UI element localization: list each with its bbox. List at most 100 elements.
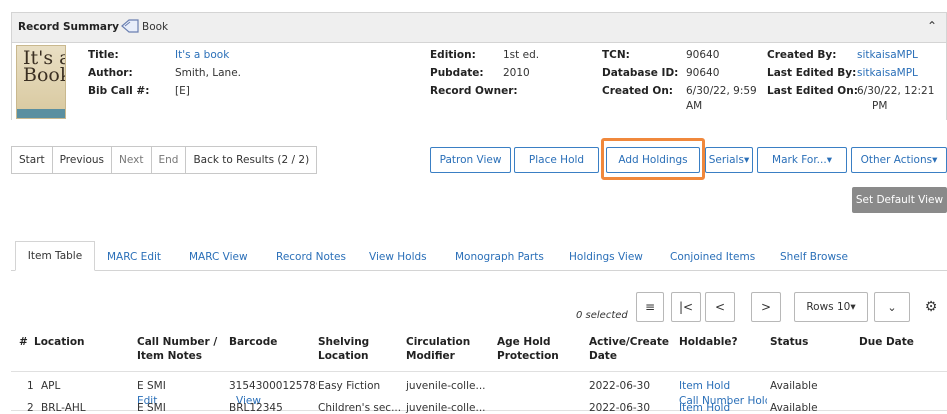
database-id-value: 90640: [686, 67, 720, 79]
row2-circ-modifier: juvenile-colle...: [406, 402, 486, 414]
bib-call-label: Bib Call #:: [88, 85, 150, 97]
set-default-view-button[interactable]: Set Default View: [852, 187, 947, 213]
book-icon: [121, 19, 139, 33]
row2-shelving: Children's sec...: [318, 402, 402, 414]
row2-barcode: BRL12345: [229, 402, 283, 414]
row2-location: BRL-AHL: [41, 402, 86, 414]
selected-count: 0 selected: [576, 310, 628, 321]
tcn-value: 90640: [686, 49, 720, 61]
row2-number: 2: [27, 402, 34, 414]
gear-icon: ⚙: [924, 299, 938, 315]
record-type-label: Book: [142, 21, 169, 33]
col-circulation[interactable]: Circulation: [406, 336, 470, 349]
col-age-hold[interactable]: Age Hold: [497, 336, 551, 349]
col-call-number[interactable]: Call Number /: [137, 336, 217, 349]
record-owner-label: Record Owner:: [430, 85, 518, 97]
bib-call-value: [E]: [175, 85, 190, 97]
back-to-results-button[interactable]: Back to Results (2 / 2): [186, 147, 316, 173]
row1-item-hold-link[interactable]: Item Hold: [679, 380, 730, 392]
last-edited-on-label: Last Edited On:: [767, 85, 858, 97]
chevron-down-icon: ⌄: [887, 300, 897, 314]
database-id-label: Database ID:: [602, 67, 679, 79]
tab-item-table-label: Item Table: [27, 250, 83, 262]
tab-item-table[interactable]: Item Table: [15, 241, 95, 271]
col-shelving-2: Location: [318, 350, 369, 362]
col-item-notes: Item Notes: [137, 350, 203, 362]
record-navigation: Start Previous Next End Back to Results …: [11, 146, 318, 174]
grid-settings-button[interactable]: ⚙: [915, 292, 947, 322]
patron-view-button[interactable]: Patron View: [430, 147, 511, 173]
expand-rows-button[interactable]: ⌄: [874, 292, 910, 322]
collapse-chevron-up-icon[interactable]: ⌃: [927, 19, 937, 33]
column-actions-button[interactable]: ≡: [636, 292, 664, 322]
tab-conjoined-items[interactable]: Conjoined Items: [670, 251, 755, 263]
col-holdable[interactable]: Holdable?: [679, 336, 738, 349]
previous-button[interactable]: Previous: [53, 147, 113, 173]
tcn-label: TCN:: [602, 49, 630, 61]
author-label: Author:: [88, 67, 133, 79]
row2-item-hold-link[interactable]: Item Hold: [679, 402, 730, 414]
col-status[interactable]: Status: [770, 336, 808, 349]
previous-page-button[interactable]: <: [705, 292, 735, 322]
last-edited-by-link[interactable]: sitkaisaMPL: [857, 67, 918, 79]
tabs-divider: [11, 270, 947, 271]
row1-location: APL: [41, 380, 61, 392]
header-divider: [11, 371, 947, 372]
col-active-date[interactable]: Active/Create: [589, 336, 669, 349]
row1-barcode: 31543000125789: [229, 380, 317, 392]
row1-circ-modifier: juvenile-colle...: [406, 380, 486, 392]
list-filter-icon: ≡: [644, 300, 656, 314]
book-cover-image: It's a Book: [16, 45, 66, 119]
row2-status: Available: [770, 402, 818, 414]
edition-value: 1st ed.: [503, 49, 540, 61]
chevron-left-icon: <: [714, 300, 726, 314]
created-by-link[interactable]: sitkaisaMPL: [857, 49, 918, 61]
next-button[interactable]: Next: [112, 147, 152, 173]
row2-active-date: 2022-06-30: [589, 402, 651, 414]
row1-number: 1: [27, 380, 34, 392]
tab-shelf-browse[interactable]: Shelf Browse: [780, 251, 848, 263]
tab-monograph-parts[interactable]: Monograph Parts: [455, 251, 544, 263]
first-page-icon: |<: [678, 300, 694, 314]
first-page-button[interactable]: |<: [671, 292, 701, 322]
created-by-label: Created By:: [767, 49, 837, 61]
place-hold-button[interactable]: Place Hold: [514, 147, 599, 173]
record-summary-title: Record Summary: [18, 21, 120, 33]
other-actions-dropdown[interactable]: Other Actions: [851, 147, 947, 173]
start-button[interactable]: Start: [12, 147, 53, 173]
col-number: #: [19, 336, 28, 348]
row1-status: Available: [770, 380, 818, 392]
row2-call-number: E SMI: [137, 402, 166, 414]
chevron-right-icon: >: [760, 300, 772, 314]
serials-dropdown[interactable]: Serials: [705, 147, 753, 173]
col-barcode[interactable]: Barcode: [229, 336, 277, 349]
col-age-hold-2: Protection: [497, 350, 559, 362]
rows-per-page-dropdown[interactable]: Rows 10: [794, 292, 868, 322]
row1-active-date: 2022-06-30: [589, 380, 651, 392]
author-value: Smith, Lane.: [175, 67, 241, 79]
end-button[interactable]: End: [152, 147, 187, 173]
tab-record-notes[interactable]: Record Notes: [276, 251, 346, 263]
edition-label: Edition:: [430, 49, 476, 61]
next-page-button[interactable]: >: [751, 292, 781, 322]
add-holdings-highlight: [601, 138, 705, 180]
last-edited-on-value-ampm: PM: [872, 100, 888, 112]
created-on-value: 6/30/22, 9:59: [686, 85, 757, 97]
title-link[interactable]: It's a book: [175, 49, 229, 61]
tab-view-holds[interactable]: View Holds: [369, 251, 427, 263]
tab-holdings-view[interactable]: Holdings View: [569, 251, 643, 263]
last-edited-on-value: 6/30/22, 12:21: [857, 85, 935, 97]
title-label: Title:: [88, 49, 119, 61]
col-circulation-2: Modifier: [406, 350, 455, 362]
row1-call-number: E SMI: [137, 380, 166, 392]
tab-marc-edit[interactable]: MARC Edit: [107, 251, 161, 263]
tab-marc-view[interactable]: MARC View: [189, 251, 248, 263]
col-active-date-2: Date: [589, 350, 617, 362]
created-on-label: Created On:: [602, 85, 674, 97]
pubdate-label: Pubdate:: [430, 67, 484, 79]
created-on-value-ampm: AM: [686, 100, 703, 112]
col-shelving[interactable]: Shelving: [318, 336, 369, 349]
col-location[interactable]: Location: [34, 336, 85, 349]
col-due-date[interactable]: Due Date: [859, 336, 914, 349]
mark-for-dropdown[interactable]: Mark For...: [757, 147, 847, 173]
